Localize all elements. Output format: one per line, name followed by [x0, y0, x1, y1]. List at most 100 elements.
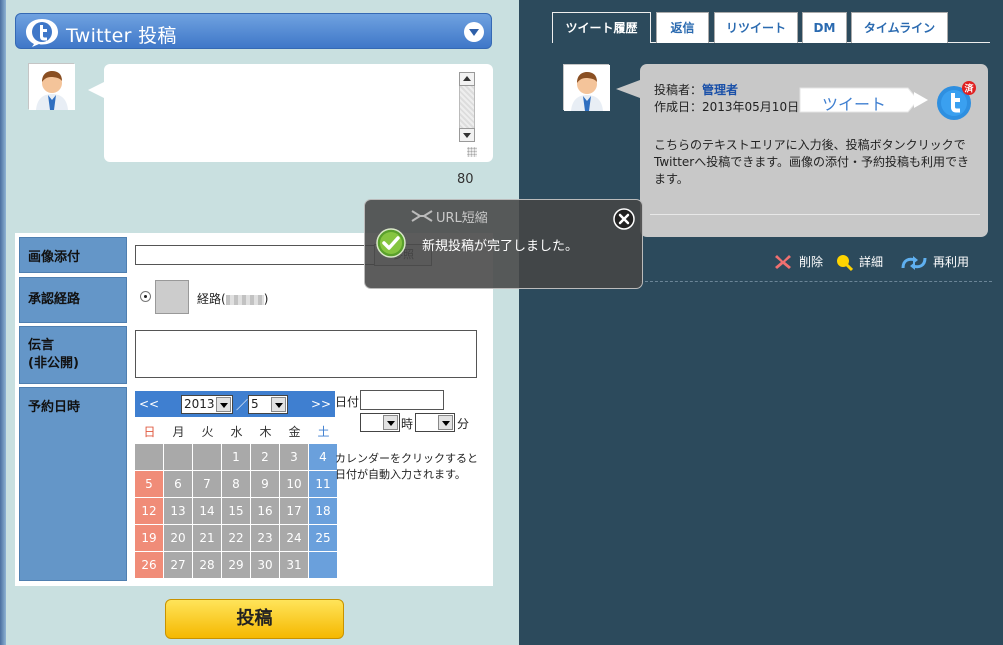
calendar-day-cell[interactable]: 19	[135, 525, 163, 551]
tab-replies[interactable]: 返信	[656, 12, 709, 43]
compose-panel: Twitter 投稿 80 画像添付 参照 承認経路	[0, 0, 519, 645]
calendar-next-button[interactable]: >>	[307, 391, 335, 417]
calendar-day-cell[interactable]: 28	[193, 552, 221, 578]
calendar-day-cell[interactable]: 24	[280, 525, 308, 551]
hour-select[interactable]	[360, 413, 400, 432]
tweet-status-label: ツイート	[822, 95, 887, 114]
calendar-empty-cell	[193, 444, 221, 470]
calendar-day-cell[interactable]: 21	[193, 525, 221, 551]
calendar-day-cell[interactable]: 15	[222, 498, 250, 524]
calendar-day-of-week: 金	[288, 425, 301, 439]
calendar-hint: カレンダーをクリックすると日付が自動入力されます。	[335, 452, 478, 481]
calendar-day-cell[interactable]: 30	[251, 552, 279, 578]
calendar-day-cell[interactable]: 14	[193, 498, 221, 524]
tab-timeline[interactable]: タイムライン	[851, 12, 948, 43]
chevron-down-icon	[271, 397, 286, 412]
calendar-day-of-week: 月	[172, 425, 185, 439]
calendar-day-cell[interactable]: 3	[280, 444, 308, 470]
calendar-day-cell[interactable]: 25	[309, 525, 337, 551]
year-select[interactable]: 2013	[181, 395, 233, 414]
image-attach-label: 画像添付	[19, 237, 127, 273]
detail-label: 詳細	[859, 255, 884, 269]
chevron-down-icon	[438, 415, 453, 430]
tweet-poster: 投稿者：管理者	[654, 81, 738, 98]
approval-route-label: 承認経路	[19, 277, 127, 323]
resize-grip-icon[interactable]	[467, 147, 477, 157]
calendar-day-cell[interactable]: 23	[251, 525, 279, 551]
minute-select[interactable]	[415, 413, 455, 432]
calendar-empty-cell	[164, 444, 192, 470]
calendar-day-cell[interactable]: 1	[222, 444, 250, 470]
calendar-day-of-week: 水	[230, 425, 243, 439]
poster-prefix: 投稿者：	[654, 83, 703, 97]
reuse-label: 再利用	[933, 255, 970, 269]
detail-button[interactable]: 詳細	[835, 253, 884, 272]
memo-input[interactable]	[135, 330, 477, 378]
calendar-day-cell[interactable]: 16	[251, 498, 279, 524]
calendar-day-cell[interactable]: 9	[251, 471, 279, 497]
chevron-down-icon	[383, 415, 398, 430]
scroll-down-icon[interactable]	[459, 128, 475, 142]
twitter-posted-badge-icon: 済	[937, 81, 976, 120]
post-button[interactable]: 投稿	[165, 599, 344, 639]
user-avatar	[28, 63, 75, 110]
tweet-date: 作成日：2013年05月10日	[654, 100, 800, 114]
month-select[interactable]: 5	[248, 395, 288, 414]
poster-avatar	[563, 64, 610, 111]
url-shorten-icon	[411, 210, 433, 222]
calendar-day-cell[interactable]: 29	[222, 552, 250, 578]
poster-name[interactable]: 管理者	[702, 83, 738, 97]
tab-dm[interactable]: DM	[802, 12, 847, 43]
chevron-down-icon	[216, 397, 231, 412]
reuse-arrows-icon	[901, 256, 927, 270]
route-text-prefix: 経路(	[197, 292, 226, 306]
calendar-day-cell[interactable]: 13	[164, 498, 192, 524]
calendar-day-cell[interactable]: 7	[193, 471, 221, 497]
user-avatar-icon	[29, 64, 75, 110]
calendar-nav: << 2013 ／ 5 >>	[135, 391, 335, 417]
char-count: 80	[457, 172, 474, 187]
magnifier-icon	[837, 255, 853, 272]
calendar-prev-button[interactable]: <<	[135, 391, 163, 417]
reuse-button[interactable]: 再利用	[899, 253, 969, 271]
calendar-day-cell[interactable]: 31	[280, 552, 308, 578]
schedule-label: 予約日時	[19, 387, 127, 581]
tab-retweets[interactable]: リツイート	[714, 12, 798, 43]
date-separator: ／	[236, 398, 249, 412]
calendar-day-cell[interactable]: 6	[164, 471, 192, 497]
route-text-suffix: )	[263, 292, 269, 306]
year-value: 2013	[184, 397, 215, 411]
scroll-up-icon[interactable]	[459, 72, 475, 86]
calendar-day-cell[interactable]: 17	[280, 498, 308, 524]
calendar-day-cell[interactable]: 22	[222, 525, 250, 551]
calendar-day-cell[interactable]: 18	[309, 498, 337, 524]
tab-tweet-history[interactable]: ツイート履歴	[552, 12, 651, 43]
date-label: 日付	[335, 395, 360, 409]
tweet-divider	[650, 214, 980, 215]
image-file-input[interactable]	[135, 245, 379, 265]
calendar-day-cell[interactable]: 27	[164, 552, 192, 578]
history-tabs: ツイート履歴 返信 リツイート DM タイムライン	[552, 12, 990, 43]
calendar-day-cell[interactable]: 10	[280, 471, 308, 497]
compose-scrollbar[interactable]	[459, 72, 475, 142]
calendar-day-cell[interactable]: 20	[164, 525, 192, 551]
route-approver-thumbnail	[155, 280, 189, 314]
chevron-down-icon[interactable]	[464, 22, 484, 42]
twitter-logo-icon	[26, 19, 58, 47]
calendar-day-of-week: 木	[259, 425, 272, 439]
calendar-day-cell[interactable]: 8	[222, 471, 250, 497]
close-icon[interactable]	[613, 208, 635, 230]
calendar-day-cell[interactable]: 2	[251, 444, 279, 470]
route-radio[interactable]	[140, 291, 151, 302]
calendar-day-cell[interactable]: 26	[135, 552, 163, 578]
calendar-day-cell[interactable]: 12	[135, 498, 163, 524]
calendar-day-cell[interactable]: 4	[309, 444, 337, 470]
success-check-icon	[376, 228, 406, 258]
memo-label: 伝言 (非公開)	[19, 326, 127, 384]
calendar-day-cell[interactable]: 5	[135, 471, 163, 497]
delete-button[interactable]: 削除	[774, 253, 823, 271]
calendar-day-cell[interactable]: 11	[309, 471, 337, 497]
date-input[interactable]	[360, 390, 444, 410]
posted-badge-text: 済	[964, 83, 974, 95]
tweet-text-input[interactable]	[110, 70, 458, 154]
